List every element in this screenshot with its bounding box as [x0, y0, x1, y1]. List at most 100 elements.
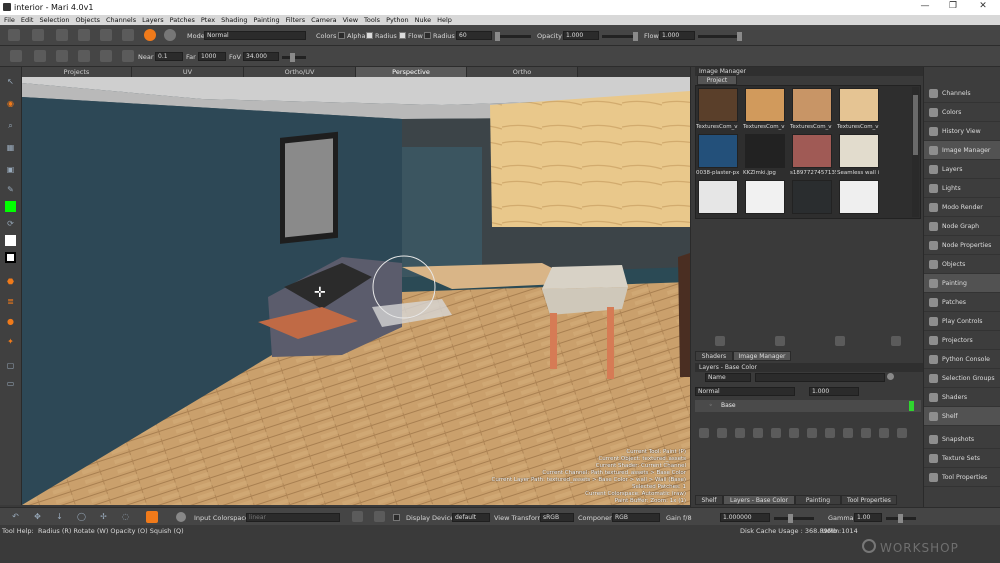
delete-image-icon[interactable] [891, 336, 901, 346]
flow-slider[interactable] [698, 32, 742, 41]
add-mask-icon[interactable] [771, 428, 781, 438]
default-colors-icon[interactable] [5, 252, 16, 263]
gamma-slider[interactable] [886, 514, 916, 523]
palette-projectors[interactable]: Projectors [924, 331, 1000, 350]
delete-layer-icon[interactable] [897, 428, 907, 438]
palette-texture-sets[interactable]: Texture Sets [924, 449, 1000, 468]
fill-tool-icon[interactable]: ● [5, 317, 16, 327]
open-project-icon[interactable] [32, 29, 44, 41]
image-grid-scrollbar[interactable] [912, 87, 919, 217]
menu-selection[interactable]: Selection [39, 16, 69, 24]
cache-layer-icon[interactable] [825, 428, 835, 438]
projection-tool-icon[interactable]: ▣ [5, 165, 16, 175]
palette-colors[interactable]: Colors [924, 103, 1000, 122]
layer-visibility-icon[interactable]: ◦ [709, 402, 713, 409]
palette-lights[interactable]: Lights [924, 179, 1000, 198]
palette-play-controls[interactable]: Play Controls [924, 312, 1000, 331]
opacity-field[interactable]: 1.000 [563, 31, 599, 40]
palette-node-graph[interactable]: Node Graph [924, 217, 1000, 236]
menu-channels[interactable]: Channels [106, 16, 136, 24]
image-folder-icon[interactable] [835, 336, 845, 346]
layer-filter-input[interactable] [755, 373, 885, 382]
marquee-tool-icon[interactable]: ▭ [5, 379, 16, 389]
tab-perspective[interactable]: Perspective [356, 67, 467, 77]
fov-slider[interactable] [282, 53, 306, 62]
thumb-texture-9[interactable] [698, 180, 738, 214]
radius-slider[interactable] [495, 32, 531, 41]
mode-dropdown[interactable]: Normal [204, 31, 306, 40]
export-image-icon[interactable] [775, 336, 785, 346]
move-up-icon[interactable] [843, 428, 853, 438]
brush-preset-icon[interactable] [164, 29, 176, 41]
palette-modo-render[interactable]: Modo Render [924, 198, 1000, 217]
flip-icon[interactable] [122, 50, 134, 62]
import-image-icon[interactable] [715, 336, 725, 346]
transform-icon[interactable]: ✢ [98, 512, 109, 522]
cube-icon[interactable] [78, 50, 90, 62]
menu-python[interactable]: Python [386, 16, 409, 24]
layer-row[interactable]: ◦ Base [695, 400, 921, 412]
layer-stack-icon[interactable]: ≣ [5, 297, 16, 307]
flow-field[interactable]: 1.000 [659, 31, 695, 40]
minimize-button[interactable]: — [918, 1, 932, 13]
snapshot-tool-icon[interactable]: ▢ [5, 361, 16, 371]
gain-field[interactable]: 1.000000 [720, 513, 770, 522]
tab-layers-base-color[interactable]: Layers - Base Color [723, 495, 795, 505]
perspective-viewport[interactable]: ✛ Current Tool: Paint (P) Current Object… [22, 77, 690, 505]
menu-ptex[interactable]: Ptex [201, 16, 215, 24]
paint-mode-icon[interactable] [146, 511, 158, 523]
menu-tools[interactable]: Tools [364, 16, 380, 24]
brush-target-icon[interactable] [144, 29, 156, 41]
menu-painting[interactable]: Painting [253, 16, 279, 24]
menu-edit[interactable]: Edit [21, 16, 34, 24]
background-color-swatch[interactable] [5, 235, 16, 246]
scene-render[interactable]: ✛ [22, 77, 690, 505]
gain-slider[interactable] [774, 514, 814, 523]
thumb-texture-10[interactable] [745, 180, 785, 214]
sparkle-tool-icon[interactable]: ✦ [5, 337, 16, 347]
near-field[interactable]: 0.1 [155, 52, 183, 61]
radius-field[interactable]: 60 [456, 31, 492, 40]
brush-tool-icon[interactable]: ⬣ [5, 277, 16, 287]
circle-select-icon[interactable]: ◌ [120, 512, 131, 522]
move-down-icon[interactable] [861, 428, 871, 438]
menu-view[interactable]: View [343, 16, 358, 24]
undo-icon[interactable]: ↶ [10, 512, 21, 522]
flow-checkbox[interactable] [399, 32, 406, 39]
menu-filters[interactable]: Filters [286, 16, 305, 24]
palette-selection-groups[interactable]: Selection Groups [924, 369, 1000, 388]
grid-tool-icon[interactable]: ▦ [5, 143, 16, 153]
palette-patches[interactable]: Patches [924, 293, 1000, 312]
zoom-tool-icon[interactable]: ⌕ [5, 121, 16, 131]
palette-python-console[interactable]: Python Console [924, 350, 1000, 369]
menu-file[interactable]: File [4, 16, 15, 24]
palette-channels[interactable]: Channels [924, 84, 1000, 103]
input-colorspace-dropdown[interactable]: linear [246, 513, 340, 522]
tab-painting[interactable]: Painting [795, 495, 841, 505]
clear-icon[interactable] [122, 29, 134, 41]
blend-mode-dropdown[interactable]: Normal [695, 387, 795, 396]
palette-objects[interactable]: Objects [924, 255, 1000, 274]
paint-tool-icon[interactable]: ◉ [5, 99, 16, 109]
close-button[interactable]: ✕ [976, 1, 990, 13]
palette-painting[interactable]: Painting [924, 274, 1000, 293]
duplicate-layer-icon[interactable] [879, 428, 889, 438]
eyedropper-icon[interactable]: ✎ [5, 185, 16, 195]
tab-projects[interactable]: Projects [22, 67, 132, 77]
thumb-texture-2[interactable] [745, 88, 785, 122]
view-transform-dropdown[interactable]: sRGB [540, 513, 574, 522]
clear-filter-icon[interactable] [887, 373, 894, 380]
thumb-texture-12[interactable] [839, 180, 879, 214]
menu-help[interactable]: Help [437, 16, 452, 24]
opacity-slider-knob[interactable] [633, 32, 638, 41]
add-adjustment-icon[interactable] [717, 428, 727, 438]
image-grid-scroll-thumb[interactable] [913, 95, 918, 155]
gain-slider-knob[interactable] [788, 514, 793, 523]
radius-checkbox[interactable] [366, 32, 373, 39]
lasso-icon[interactable]: ◯ [76, 512, 87, 522]
share-layer-icon[interactable] [807, 428, 817, 438]
paint-through-icon[interactable] [78, 29, 90, 41]
display-device-checkbox[interactable] [393, 514, 400, 521]
frame-selection-icon[interactable] [56, 50, 68, 62]
tab-uv[interactable]: UV [132, 67, 244, 77]
